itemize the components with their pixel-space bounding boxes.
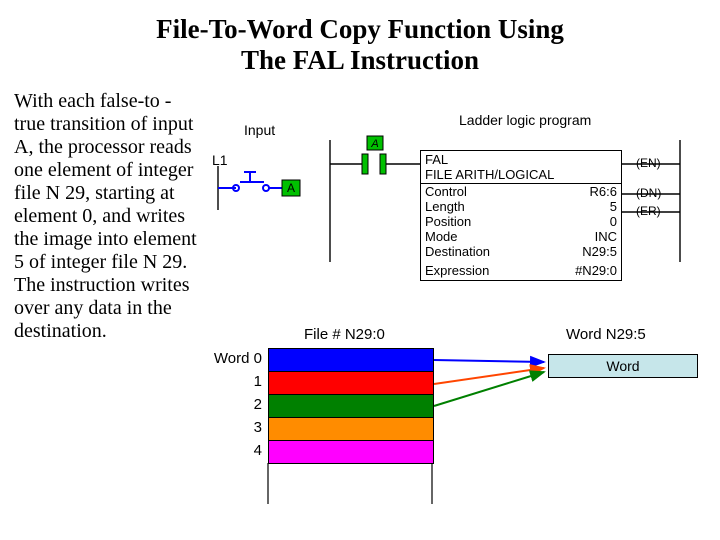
output-er: (ER)	[636, 204, 661, 218]
word-label-2: 2	[208, 396, 262, 413]
file-row-1	[269, 372, 433, 395]
arrow-blue	[434, 360, 544, 362]
output-dn: (DN)	[636, 186, 661, 200]
word-label-1: 1	[208, 373, 262, 390]
word-label-0: Word 0	[208, 350, 262, 367]
input-a-tag: A	[287, 181, 295, 195]
file-title: File # N29:0	[304, 326, 385, 343]
fal-row-position: Position0	[421, 214, 621, 229]
file-row-3	[269, 418, 433, 441]
description-text: With each false-to -true transition of i…	[14, 90, 202, 343]
diagram-area: L1 Input Ladder logic program A A	[204, 104, 714, 534]
fal-row-dest: DestinationN29:5	[421, 244, 621, 259]
fal-desc: FILE ARITH/LOGICAL	[425, 167, 554, 182]
page-title: File-To-Word Copy Function Using The FAL…	[0, 0, 720, 76]
file-row-2	[269, 395, 433, 418]
fal-row-expr: Expression#N29:0	[421, 259, 621, 280]
fal-name: FAL	[425, 152, 448, 167]
word-label-4: 4	[208, 442, 262, 459]
dest-title: Word N29:5	[566, 326, 646, 343]
fal-block: FAL FILE ARITH/LOGICAL ControlR6:6 Lengt…	[420, 150, 622, 281]
fal-row-length: Length5	[421, 199, 621, 214]
arrow-green	[434, 372, 544, 406]
dest-word: Word	[548, 354, 698, 378]
fal-row-control: ControlR6:6	[421, 184, 621, 199]
word-label-3: 3	[208, 419, 262, 436]
title-line-1: File-To-Word Copy Function Using	[156, 14, 564, 44]
fal-row-mode: ModeINC	[421, 229, 621, 244]
file-row-0	[269, 349, 433, 372]
file-row-4	[269, 441, 433, 463]
title-line-2: The FAL Instruction	[241, 45, 479, 75]
contact-a-tag: A	[370, 138, 378, 150]
arrow-red	[434, 368, 544, 384]
output-en: (EN)	[636, 156, 661, 170]
file-stack	[268, 348, 434, 464]
